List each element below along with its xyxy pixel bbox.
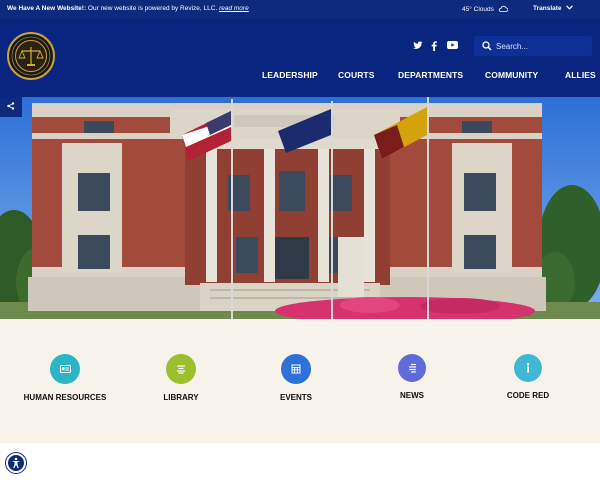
twitter-link[interactable] xyxy=(413,41,423,52)
accessibility-button[interactable] xyxy=(6,453,26,473)
announcement-bar: We Have A New Website!: Our new website … xyxy=(0,0,600,19)
quick-link-human-resources[interactable]: HUMAN RESOURCES xyxy=(10,354,120,402)
scales-of-justice-icon xyxy=(11,36,51,76)
quick-link-code-red[interactable]: CODE RED xyxy=(473,354,583,400)
quick-link-news[interactable]: NEWS xyxy=(357,354,467,400)
search-icon xyxy=(482,41,492,51)
calendar-icon xyxy=(281,354,311,384)
nav-departments[interactable]: DEPARTMENTS xyxy=(398,70,463,80)
translate-button[interactable]: Translate xyxy=(533,5,574,12)
nav-allies[interactable]: ALLIES xyxy=(565,70,596,80)
chevron-down-icon xyxy=(566,5,574,10)
announcement-text: Our new website is powered by Revize, LL… xyxy=(87,5,218,12)
book-icon xyxy=(166,354,196,384)
site-header xyxy=(0,19,600,97)
share-icon xyxy=(7,102,15,110)
cloud-icon xyxy=(498,5,508,12)
announcement: We Have A New Website!: Our new website … xyxy=(7,5,249,12)
nav-community[interactable]: COMMUNITY xyxy=(485,70,538,80)
quick-link-label: HUMAN RESOURCES xyxy=(23,393,107,402)
facebook-link[interactable] xyxy=(431,41,437,53)
twitter-icon xyxy=(413,41,423,49)
quick-link-label: NEWS xyxy=(400,391,424,400)
county-seal-logo[interactable] xyxy=(7,32,55,80)
announcement-title: We Have A New Website!: xyxy=(7,5,87,12)
youtube-icon xyxy=(447,41,458,49)
info-icon xyxy=(514,354,542,382)
quick-link-library[interactable]: LIBRARY xyxy=(126,354,236,402)
quick-link-label: LIBRARY xyxy=(163,393,199,402)
facebook-icon xyxy=(431,41,437,51)
search-box[interactable] xyxy=(474,36,592,56)
translate-label: Translate xyxy=(533,5,562,12)
youtube-link[interactable] xyxy=(447,41,458,51)
quick-link-label: EVENTS xyxy=(279,393,312,402)
newspaper-icon xyxy=(398,354,426,382)
search-input[interactable] xyxy=(496,40,586,52)
quick-link-events[interactable]: EVENTS xyxy=(241,354,351,402)
id-card-icon xyxy=(50,354,80,384)
weather-text: 45° Clouds xyxy=(462,6,494,13)
courthouse-hero-image xyxy=(0,97,600,319)
nav-courts[interactable]: COURTS xyxy=(338,70,375,80)
quick-link-label: CODE RED xyxy=(506,391,550,400)
read-more-link[interactable]: read more xyxy=(219,5,249,12)
share-button[interactable] xyxy=(0,97,22,117)
nav-leadership[interactable]: LEADERSHIP xyxy=(262,70,318,80)
accessibility-icon xyxy=(11,457,21,468)
weather-widget: 45° Clouds xyxy=(462,5,508,13)
